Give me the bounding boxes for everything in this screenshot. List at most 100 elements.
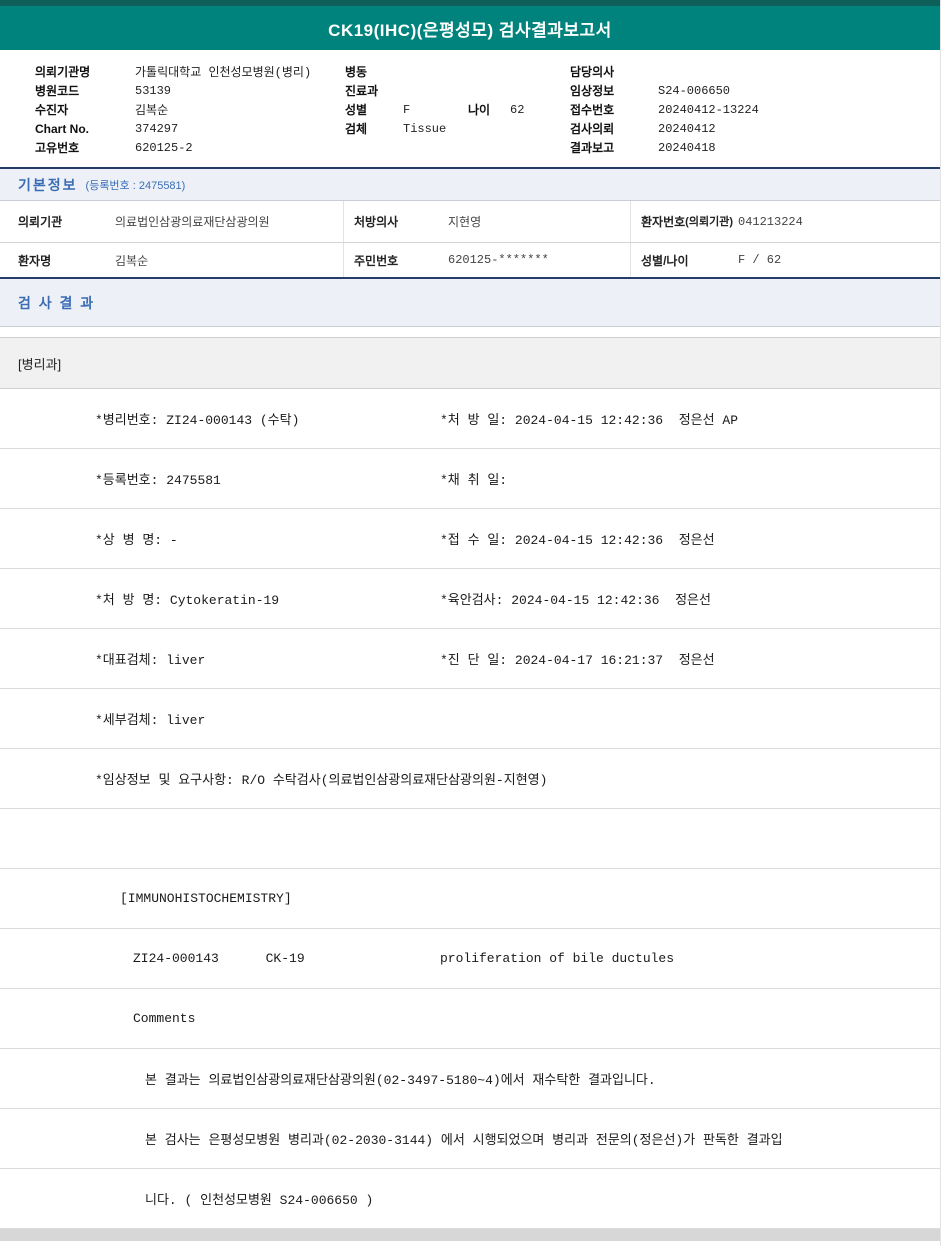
field-label: 수진자 xyxy=(35,101,135,118)
label-patient-name: 환자명 xyxy=(18,252,115,269)
result-row-registration-no: *등록번호: 2475581 *채 취 일: xyxy=(0,449,940,509)
header-meta: 의뢰기관명 가톨릭대학교 인천성모병원(병리) 병원코드 53139 수진자 김… xyxy=(0,50,940,167)
result-right: *진 단 일: 2024-04-17 16:21:37 정은선 xyxy=(440,649,715,668)
report-title-bar: CK19(IHC)(은평성모) 검사결과보고서 xyxy=(0,6,940,50)
result-right: proliferation of bile ductules xyxy=(440,951,674,966)
result-row-pathology-no: *병리번호: ZI24-000143 (수탁) *처 방 일: 2024-04-… xyxy=(0,389,940,449)
result-row-clinical-request: *임상정보 및 요구사항: R/O 수탁검사(의료법인삼광의료재단삼광의원-지현… xyxy=(0,749,940,809)
result-row-comments-heading: Comments xyxy=(0,989,940,1049)
result-right: *처 방 일: 2024-04-15 12:42:36 정은선 AP xyxy=(440,409,738,428)
header-meta-left-column: 의뢰기관명 가톨릭대학교 인천성모병원(병리) 병원코드 53139 수진자 김… xyxy=(35,62,345,157)
result-row-order-name: *처 방 명: Cytokeratin-19 *육안검사: 2024-04-15… xyxy=(0,569,940,629)
department-label: [병리과] xyxy=(18,354,61,373)
field-label: 병원코드 xyxy=(35,82,135,99)
result-left: ZI24-000143 CK-19 xyxy=(133,951,440,966)
label-patient-no: 환자번호(의뢰기관) xyxy=(630,201,738,242)
label-patient-no-line1: 환자번호 xyxy=(641,216,685,228)
result-left: *임상정보 및 요구사항: R/O 수탁검사(의료법인삼광의료재단삼광의원-지현… xyxy=(95,769,547,788)
result-right: *채 취 일: xyxy=(440,469,507,488)
field-value: 620125-2 xyxy=(135,141,193,155)
field-value: 20240412-13224 xyxy=(658,103,759,117)
field-value: 53139 xyxy=(135,84,171,98)
result-row-blank xyxy=(0,809,940,869)
field-value-sex: F xyxy=(403,103,468,117)
meta-field-sex-age: 성별 F 나이 62 xyxy=(345,100,570,119)
meta-field-report-date: 결과보고 20240418 xyxy=(570,138,940,157)
result-row-ihc-result: ZI24-000143 CK-19 proliferation of bile … xyxy=(0,929,940,989)
meta-field-hospital-code: 병원코드 53139 xyxy=(35,81,345,100)
field-value: 20240418 xyxy=(658,141,716,155)
meta-field-ward: 병동 xyxy=(345,62,570,81)
label-prescribing-doctor: 처방의사 xyxy=(343,201,448,242)
label-resident-no: 주민번호 xyxy=(343,243,448,277)
field-value: 20240412 xyxy=(658,122,716,136)
result-left: 본 결과는 의료법인삼광의료재단삼광의원(02-3497-5180~4)에서 재… xyxy=(145,1069,656,1088)
basic-info-registration-no: (등록번호 : 2475581) xyxy=(86,177,186,193)
result-row-sub-specimen: *세부검체: liver xyxy=(0,689,940,749)
value-patient-name: 김복순 xyxy=(115,252,353,269)
value-patient-no: 041213224 xyxy=(738,215,940,229)
field-label: 검체 xyxy=(345,120,403,137)
label-patient-no-line2: (의뢰기관) xyxy=(685,216,733,228)
meta-field-request-date: 검사의뢰 20240412 xyxy=(570,119,940,138)
basic-info-row-1: 의뢰기관 의료법인삼광의료재단삼광의원 처방의사 지현영 환자번호(의뢰기관) … xyxy=(0,201,940,243)
meta-field-specimen: 검체 Tissue xyxy=(345,119,570,138)
field-value: S24-006650 xyxy=(658,84,730,98)
field-label: 검사의뢰 xyxy=(570,120,658,137)
field-label: 의뢰기관명 xyxy=(35,63,135,80)
field-label: 고유번호 xyxy=(35,139,135,156)
result-left: *세부검체: liver xyxy=(95,709,205,728)
result-left: *상 병 명: - xyxy=(95,529,440,548)
field-value: Tissue xyxy=(403,122,446,136)
meta-field-patient: 수진자 김복순 xyxy=(35,100,345,119)
header-meta-right-column: 담당의사 임상정보 S24-006650 접수번호 20240412-13224… xyxy=(570,62,940,157)
field-label: 진료과 xyxy=(345,82,403,99)
result-left: 니다. ( 인천성모병원 S24-006650 ) xyxy=(145,1189,373,1208)
result-row-comment-2: 본 검사는 은평성모병원 병리과(02-2030-3144) 에서 시행되었으며… xyxy=(0,1109,940,1169)
field-label: 임상정보 xyxy=(570,82,658,99)
meta-field-attending-doctor: 담당의사 xyxy=(570,62,940,81)
results-section-header: 검 사 결 과 xyxy=(0,279,940,327)
basic-info-title: 기본정보 xyxy=(18,175,78,195)
result-left: *등록번호: 2475581 xyxy=(95,469,440,488)
field-label: 접수번호 xyxy=(570,101,658,118)
field-value: 김복순 xyxy=(135,101,168,118)
value-resident-no: 620125-******* xyxy=(448,253,640,267)
field-label: 성별 xyxy=(345,101,403,118)
result-rows: *병리번호: ZI24-000143 (수탁) *처 방 일: 2024-04-… xyxy=(0,389,940,1229)
result-row-comment-1: 본 결과는 의료법인삼광의료재단삼광의원(02-3497-5180~4)에서 재… xyxy=(0,1049,940,1109)
result-left: *처 방 명: Cytokeratin-19 xyxy=(95,589,440,608)
footer-strip xyxy=(0,1229,940,1241)
field-label: 담당의사 xyxy=(570,63,658,80)
meta-field-requesting-org: 의뢰기관명 가톨릭대학교 인천성모병원(병리) xyxy=(35,62,345,81)
result-left: Comments xyxy=(133,1011,195,1026)
result-right: *접 수 일: 2024-04-15 12:42:36 정은선 xyxy=(440,529,715,548)
field-value: 가톨릭대학교 인천성모병원(병리) xyxy=(135,63,311,80)
basic-info-section-header: 기본정보 (등록번호 : 2475581) xyxy=(0,169,940,201)
value-prescribing-doctor: 지현영 xyxy=(448,213,640,230)
value-requesting-org: 의료법인삼광의료재단삼광의원 xyxy=(115,213,353,230)
field-label-age: 나이 xyxy=(468,101,510,118)
meta-field-chart-no: Chart No. 374297 xyxy=(35,119,345,138)
value-sex-age: F / 62 xyxy=(738,253,940,267)
field-label: Chart No. xyxy=(35,122,135,136)
result-row-ihc-heading: [IMMUNOHISTOCHEMISTRY] xyxy=(0,869,940,929)
meta-field-receipt-no: 접수번호 20240412-13224 xyxy=(570,100,940,119)
result-left: 본 검사는 은평성모병원 병리과(02-2030-3144) 에서 시행되었으며… xyxy=(145,1129,783,1148)
meta-field-department: 진료과 xyxy=(345,81,570,100)
meta-field-unique-no: 고유번호 620125-2 xyxy=(35,138,345,157)
basic-info-row-2: 환자명 김복순 주민번호 620125-******* 성별/나이 F / 62 xyxy=(0,243,940,279)
field-label: 결과보고 xyxy=(570,139,658,156)
result-row-diagnosis-name: *상 병 명: - *접 수 일: 2024-04-15 12:42:36 정은… xyxy=(0,509,940,569)
field-label: 병동 xyxy=(345,63,403,80)
result-left: *대표검체: liver xyxy=(95,649,440,668)
results-title: 검 사 결 과 xyxy=(18,293,95,313)
result-right: *육안검사: 2024-04-15 12:42:36 정은선 xyxy=(440,589,711,608)
result-left: *병리번호: ZI24-000143 (수탁) xyxy=(95,409,440,428)
field-value-age: 62 xyxy=(510,103,524,117)
result-row-main-specimen: *대표검체: liver *진 단 일: 2024-04-17 16:21:37… xyxy=(0,629,940,689)
header-meta-middle-column: 병동 진료과 성별 F 나이 62 검체 Tissue xyxy=(345,62,570,157)
label-sex-age: 성별/나이 xyxy=(630,243,738,277)
meta-field-clinical-info: 임상정보 S24-006650 xyxy=(570,81,940,100)
result-row-comment-3: 니다. ( 인천성모병원 S24-006650 ) xyxy=(0,1169,940,1229)
